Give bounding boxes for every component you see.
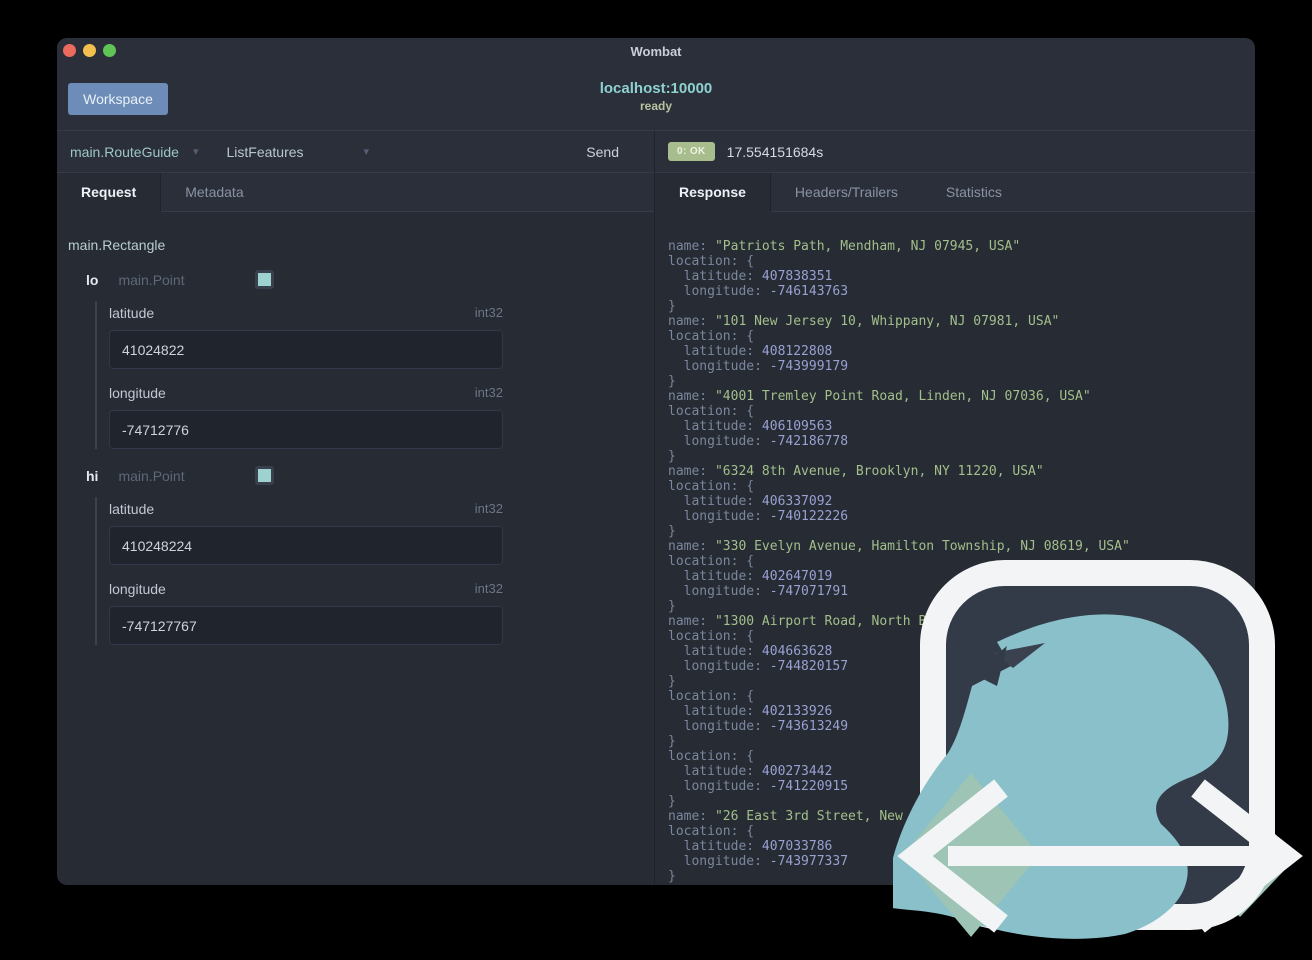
field-label: longitude bbox=[109, 385, 166, 401]
response-tab-headers-trailers[interactable]: Headers/Trailers bbox=[771, 173, 922, 211]
connection-state: ready bbox=[639, 99, 673, 113]
field-toggle-checkbox[interactable] bbox=[254, 270, 274, 289]
request-form: main.Rectangle lo main.Point latitude int32… bbox=[57, 212, 654, 645]
send-button[interactable]: Send bbox=[586, 144, 619, 160]
lo-latitude-input[interactable] bbox=[109, 330, 503, 369]
field-type-label: main.Point bbox=[118, 271, 185, 288]
field-toggle-checkbox[interactable] bbox=[254, 466, 274, 485]
field-type-label: main.Point bbox=[118, 467, 185, 484]
message-type-label: main.Rectangle bbox=[68, 237, 166, 253]
duration-label: 17.554151684s bbox=[726, 143, 824, 160]
field-name-label: hi bbox=[86, 467, 99, 484]
field-label: latitude bbox=[109, 305, 155, 321]
service-select-label: main.RouteGuide bbox=[70, 143, 179, 160]
method-select-label: ListFeatures bbox=[226, 143, 304, 160]
response-toolbar: 0: OK 17.554151684s bbox=[655, 131, 1255, 173]
request-tab-request[interactable]: Request bbox=[57, 173, 162, 212]
field-row-hi: hi main.Point bbox=[86, 466, 654, 485]
field-scalar-type: int32 bbox=[474, 305, 503, 320]
field-label-row: latitude int32 bbox=[109, 501, 503, 517]
lo-longitude-input[interactable] bbox=[109, 410, 503, 449]
field-group-lo: latitude int32 longitude int32 bbox=[95, 301, 654, 449]
field-scalar-type: int32 bbox=[474, 501, 503, 516]
window-title: Wombat bbox=[630, 44, 682, 59]
checkbox-check bbox=[257, 469, 271, 482]
hi-latitude-input[interactable] bbox=[109, 526, 503, 565]
host-address: localhost:10000 bbox=[599, 80, 713, 97]
checkbox-check bbox=[257, 273, 271, 286]
field-label: latitude bbox=[109, 501, 155, 517]
request-tabstrip: Request Metadata bbox=[57, 173, 654, 212]
wombat-logo bbox=[893, 560, 1303, 939]
field-scalar-type: int32 bbox=[474, 581, 503, 596]
field-name-label: lo bbox=[86, 271, 99, 288]
field-row-lo: lo main.Point bbox=[86, 270, 654, 289]
connection-status: localhost:10000 ready bbox=[57, 80, 1255, 113]
field-group-hi: latitude int32 longitude int32 bbox=[95, 497, 654, 645]
hi-longitude-input[interactable] bbox=[109, 606, 503, 645]
service-select[interactable]: main.RouteGuide ▾ bbox=[57, 144, 198, 160]
field-label-row: longitude int32 bbox=[109, 581, 503, 597]
chevron-down-icon: ▾ bbox=[363, 146, 370, 158]
field-scalar-type: int32 bbox=[474, 385, 503, 400]
field-label-row: longitude int32 bbox=[109, 385, 503, 401]
response-tab-statistics[interactable]: Statistics bbox=[922, 173, 1026, 211]
response-tab-response[interactable]: Response bbox=[655, 173, 771, 212]
request-content: main.Rectangle lo main.Point latitude int32… bbox=[57, 212, 654, 885]
method-select[interactable]: ListFeatures ▾ bbox=[198, 144, 369, 160]
request-tab-metadata[interactable]: Metadata bbox=[161, 173, 267, 211]
status-badge: 0: OK bbox=[668, 142, 715, 161]
field-label-row: latitude int32 bbox=[109, 305, 503, 321]
request-panel: main.RouteGuide ▾ ListFeatures ▾ Send Re… bbox=[57, 131, 655, 885]
request-toolbar: main.RouteGuide ▾ ListFeatures ▾ Send bbox=[57, 131, 654, 173]
window-header: Wombat Workspace localhost:10000 ready bbox=[57, 38, 1255, 131]
response-tabstrip: Response Headers/Trailers Statistics bbox=[655, 173, 1255, 212]
field-label: longitude bbox=[109, 581, 166, 597]
